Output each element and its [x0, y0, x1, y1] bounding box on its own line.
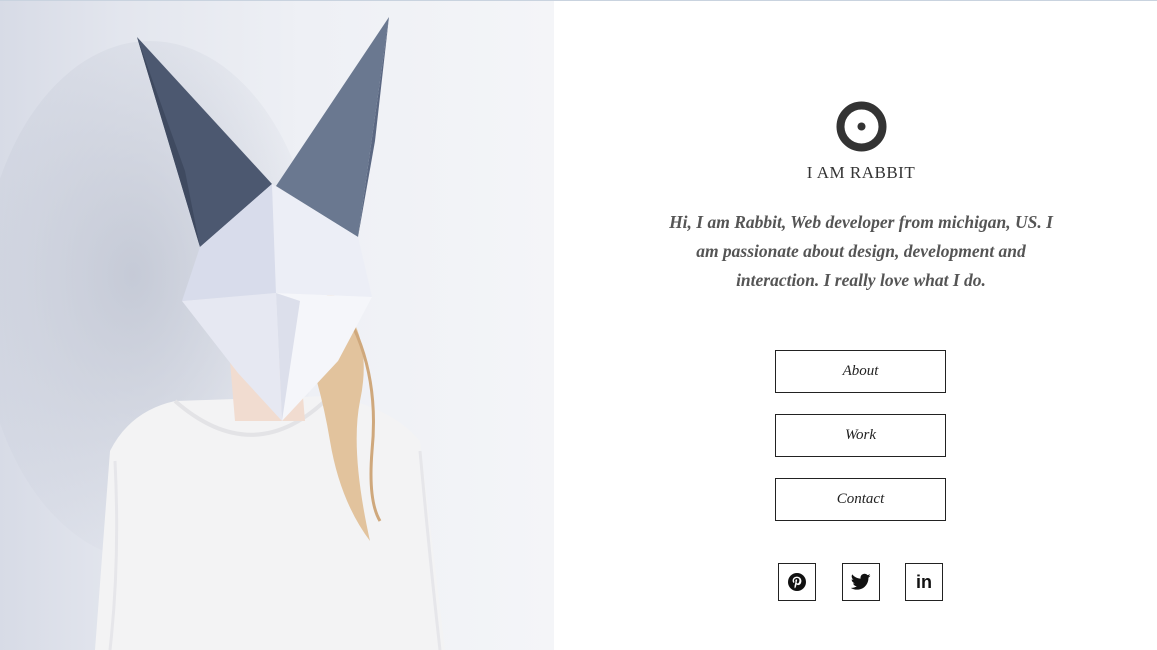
site-title: I AM RABBIT [806, 163, 916, 182]
intro-text: Hi, I am Rabbit, Web developer from mich… [669, 212, 1053, 290]
rabbit-mask-illustration [0, 17, 445, 650]
intro-panel: I AM RABBIT Hi, I am Rabbit, Web develop… [554, 1, 1157, 650]
hero-photo [0, 1, 554, 650]
pinterest-icon [788, 573, 806, 591]
contact-button[interactable]: Contact [775, 478, 946, 521]
twitter-button[interactable] [842, 563, 880, 601]
linkedin-icon: in [916, 571, 932, 592]
target-logo-icon [836, 101, 887, 152]
twitter-icon [851, 573, 871, 590]
pinterest-button[interactable] [778, 563, 816, 601]
work-button[interactable]: Work [775, 414, 946, 457]
linkedin-button[interactable]: in [905, 563, 943, 601]
about-button[interactable]: About [775, 350, 946, 393]
